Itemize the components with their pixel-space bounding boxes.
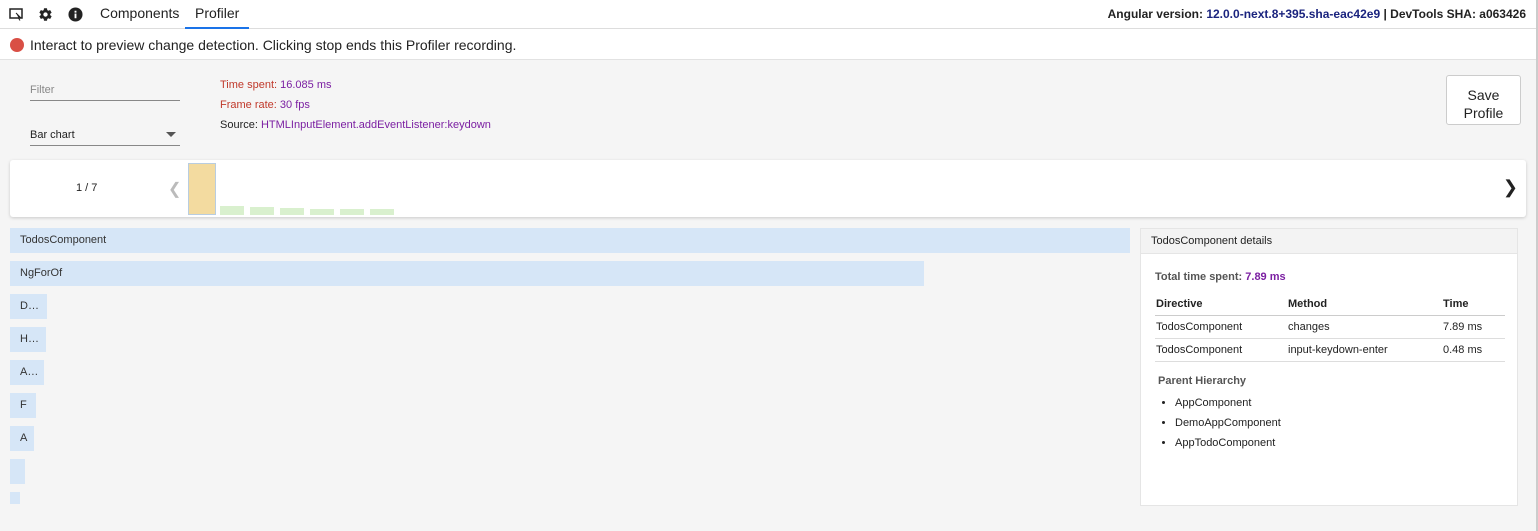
parent-hierarchy-title: Parent Hierarchy (1158, 375, 1247, 387)
chevron-right-icon[interactable]: ❯ (1503, 177, 1518, 198)
directive-table: Directive Method Time TodosComponent cha… (1155, 293, 1505, 362)
time-spent-value: 16.085 ms (280, 79, 332, 91)
frame-bar[interactable] (250, 207, 274, 215)
frame-bar[interactable] (280, 208, 304, 215)
table-row: TodosComponent input-keydown-enter 0.48 … (1155, 338, 1505, 362)
caret-down-icon (166, 132, 176, 137)
inspect-element-icon[interactable] (8, 6, 24, 22)
frame-bar[interactable] (310, 209, 334, 215)
frame-bar[interactable] (370, 209, 394, 215)
method-cell: changes (1287, 315, 1442, 339)
time-cell: 0.48 ms (1442, 338, 1505, 362)
directive-cell: TodosComponent (1155, 338, 1287, 362)
flame-bar[interactable]: NgForOf (10, 261, 924, 286)
tab-profiler[interactable]: Profiler (185, 0, 250, 29)
frame-rate-label: Frame rate: (220, 99, 277, 111)
flame-bar[interactable]: A… (10, 360, 44, 385)
flame-bar[interactable]: TodosComponent (10, 228, 1130, 253)
source-value: HTMLInputElement.addEventListener:keydow… (260, 119, 491, 131)
time-spent-label: Time spent: (220, 79, 278, 91)
source-label: Source: (220, 119, 258, 131)
time-cell: 7.89 ms (1442, 315, 1505, 339)
tab-components[interactable]: Components (90, 0, 189, 29)
frame-navigator: 1 / 7 ❮ ❯ (10, 160, 1526, 217)
devtools-toolbar: Components Profiler Angular version: 12.… (0, 0, 1538, 29)
frame-count: 1 / 7 (76, 182, 98, 194)
column-method: Method (1287, 293, 1442, 316)
total-time-value: 7.89 ms (1245, 271, 1286, 283)
flame-bar[interactable] (10, 459, 25, 484)
angular-version: 12.0.0-next.8+395.sha-eac42e9 (1206, 7, 1381, 21)
total-time: Total time spent: 7.89 ms (1155, 271, 1286, 283)
flame-bar[interactable]: H… (10, 327, 46, 352)
details-title: TodosComponent details (1141, 229, 1517, 254)
source: Source: HTMLInputElement.addEventListene… (220, 119, 491, 131)
devtools-sha: | DevTools SHA: a063426 (1383, 7, 1526, 21)
version-info: Angular version: 12.0.0-next.8+395.sha-e… (1108, 7, 1526, 21)
parent-hierarchy-list: AppComponent DemoAppComponent AppTodoCom… (1161, 395, 1281, 455)
info-icon[interactable] (67, 6, 83, 22)
recording-banner: Interact to preview change detection. Cl… (0, 29, 1538, 60)
total-time-label: Total time spent: (1155, 271, 1243, 283)
save-profile-button[interactable]: Save Profile (1446, 75, 1521, 125)
time-spent: Time spent: 16.085 ms (220, 79, 332, 91)
table-row: TodosComponent changes 7.89 ms (1155, 315, 1505, 339)
flame-bar[interactable] (10, 492, 20, 504)
flame-bar[interactable]: F (10, 393, 36, 418)
frame-rate: Frame rate: 30 fps (220, 99, 310, 111)
frame-bar[interactable] (340, 209, 364, 215)
parent-item[interactable]: AppTodoComponent (1161, 435, 1281, 455)
record-dot-icon[interactable] (10, 38, 24, 52)
flame-bar[interactable]: A (10, 426, 34, 451)
column-time: Time (1442, 293, 1505, 316)
recording-message: Interact to preview change detection. Cl… (30, 37, 517, 53)
frame-bar-selected[interactable] (188, 163, 216, 215)
frame-rate-value: 30 fps (279, 99, 310, 111)
parent-item[interactable]: AppComponent (1161, 395, 1281, 415)
method-cell: input-keydown-enter (1287, 338, 1442, 362)
chart-type-value: Bar chart (30, 129, 75, 141)
chevron-left-icon[interactable]: ❮ (168, 179, 181, 199)
parent-item[interactable]: DemoAppComponent (1161, 415, 1281, 435)
column-directive: Directive (1155, 293, 1287, 316)
frame-bar[interactable] (220, 206, 244, 215)
version-label: Angular version: (1107, 7, 1203, 21)
table-header-row: Directive Method Time (1155, 293, 1505, 316)
directive-cell: TodosComponent (1155, 315, 1287, 339)
flame-bar[interactable]: D… (10, 294, 47, 319)
chart-type-select[interactable]: Bar chart (30, 124, 180, 146)
details-panel: TodosComponent details Total time spent:… (1140, 228, 1518, 506)
filter-input[interactable]: Filter (30, 80, 180, 101)
gear-icon[interactable] (37, 6, 53, 22)
